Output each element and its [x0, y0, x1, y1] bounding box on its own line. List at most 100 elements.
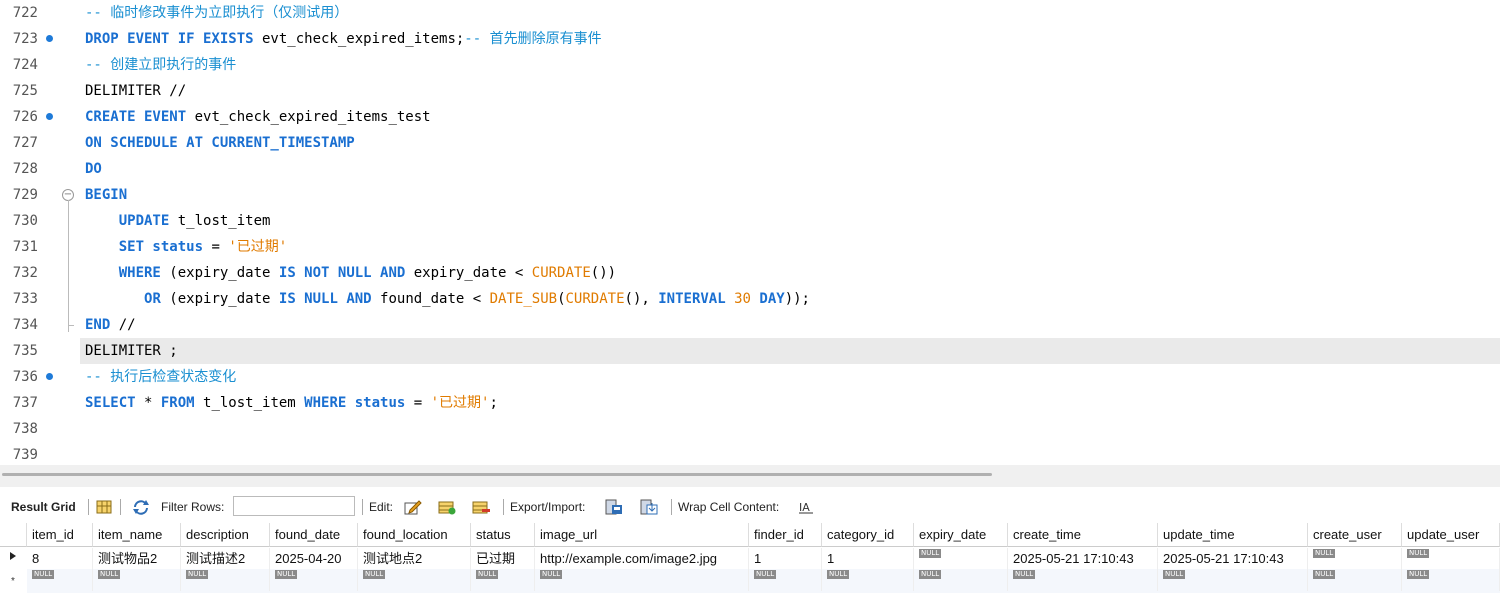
table-cell[interactable]: NULL [914, 548, 1008, 570]
new-row-cell[interactable]: NULL [471, 569, 535, 591]
table-cell[interactable]: 测试物品2 [93, 548, 181, 570]
column-header[interactable]: expiry_date [914, 523, 1008, 547]
null-badge: NULL [476, 570, 499, 579]
sql-keyword: BEGIN [85, 187, 128, 203]
export-import-label: Export/Import: [510, 500, 586, 514]
column-header[interactable]: update_time [1158, 523, 1308, 547]
sql-string: '已过期' [228, 239, 288, 255]
line-number: 725 [12, 83, 38, 99]
column-header[interactable]: image_url [535, 523, 749, 547]
code-line[interactable]: SET status = '已过期' [85, 234, 287, 260]
sql-comment: -- 执行后检查状态变化 [85, 369, 237, 385]
table-cell[interactable]: 已过期 [471, 548, 535, 570]
new-row-cell[interactable]: NULL [358, 569, 471, 591]
code-line[interactable]: DELIMITER // [85, 78, 186, 104]
new-row-cell[interactable]: NULL [93, 569, 181, 591]
column-header[interactable]: found_date [270, 523, 358, 547]
new-row-cell[interactable]: NULL [181, 569, 270, 591]
insert-row-icon[interactable] [438, 499, 456, 515]
table-cell[interactable]: 2025-05-21 17:10:43 [1158, 548, 1308, 570]
delete-row-icon[interactable] [472, 499, 490, 515]
line-number: 739 [12, 447, 38, 463]
table-cell[interactable]: http://example.com/image2.jpg [535, 548, 749, 570]
null-badge: NULL [540, 570, 563, 579]
code-line[interactable]: BEGIN [85, 182, 127, 208]
column-header[interactable]: category_id [822, 523, 914, 547]
table-cell[interactable]: 测试地点2 [358, 548, 471, 570]
code-line[interactable]: SELECT * FROM t_lost_item WHERE status =… [85, 390, 498, 416]
statement-marker-icon[interactable] [46, 113, 53, 120]
code-line[interactable]: -- 临时修改事件为立即执行（仅测试用） [85, 0, 348, 26]
import-icon[interactable] [640, 499, 658, 515]
grid-view-icon[interactable] [96, 499, 112, 515]
column-header[interactable]: create_time [1008, 523, 1158, 547]
statement-marker-icon[interactable] [46, 373, 53, 380]
toolbar-divider [88, 499, 89, 515]
sql-string: CURDATE [531, 265, 591, 281]
refresh-icon[interactable] [132, 499, 149, 515]
code-line[interactable]: -- 创建立即执行的事件 [85, 52, 236, 78]
line-number: 731 [12, 239, 38, 255]
column-header[interactable]: update_user [1402, 523, 1500, 547]
new-row-cell[interactable]: NULL [914, 569, 1008, 591]
code-line[interactable]: -- 执行后检查状态变化 [85, 364, 236, 390]
code-line[interactable]: CREATE EVENT evt_check_expired_items_tes… [85, 104, 431, 130]
current-line-highlight [80, 338, 1500, 364]
code-line[interactable]: OR (expiry_date IS NULL AND found_date <… [85, 286, 810, 312]
table-cell[interactable]: 2025-04-20 [270, 548, 358, 570]
sql-editor[interactable]: 722 -- 临时修改事件为立即执行（仅测试用） 723 DROP EVENT IF … [0, 0, 1500, 465]
code-line[interactable]: WHERE (expiry_date IS NOT NULL AND expir… [85, 260, 616, 286]
new-row-cell[interactable]: NULL [1308, 569, 1402, 591]
line-number: 727 [12, 135, 38, 151]
null-badge: NULL [186, 570, 209, 579]
column-header[interactable]: found_location [358, 523, 471, 547]
column-header[interactable]: status [471, 523, 535, 547]
column-header[interactable]: description [181, 523, 270, 547]
filter-rows-input[interactable] [233, 496, 355, 516]
column-header[interactable]: item_id [27, 523, 93, 547]
sql-text: (expiry_date [160, 291, 279, 307]
new-row-cell[interactable]: NULL [535, 569, 749, 591]
horizontal-scrollbar[interactable] [0, 465, 1500, 487]
table-cell[interactable]: 8 [27, 548, 93, 570]
wrap-text-icon[interactable]: IA [798, 499, 814, 515]
sql-text: DELIMITER ; [85, 343, 178, 359]
table-cell[interactable]: 1 [749, 548, 822, 570]
column-header[interactable]: item_name [93, 523, 181, 547]
result-grid-tab[interactable]: Result Grid [11, 491, 76, 523]
sql-keyword: END [85, 317, 111, 333]
line-number: 732 [12, 265, 38, 281]
edit-row-icon[interactable] [404, 499, 422, 515]
line-number: 729 [12, 187, 38, 203]
column-header[interactable]: finder_id [749, 523, 822, 547]
export-icon[interactable] [605, 499, 622, 515]
code-line[interactable]: ON SCHEDULE AT CURRENT_TIMESTAMP [85, 130, 355, 156]
new-row-cell[interactable]: NULL [822, 569, 914, 591]
sql-keyword: CREATE EVENT [85, 109, 187, 125]
new-row-cell[interactable]: NULL [1402, 569, 1500, 591]
code-line[interactable]: DELIMITER ; [85, 338, 178, 364]
filter-rows-label: Filter Rows: [161, 500, 225, 514]
current-row-arrow-icon[interactable] [0, 548, 26, 570]
code-line[interactable]: UPDATE t_lost_item [85, 208, 271, 234]
new-row-cell[interactable]: NULL [749, 569, 822, 591]
new-row-cell[interactable]: NULL [270, 569, 358, 591]
code-line[interactable]: DROP EVENT IF EXISTS evt_check_expired_i… [85, 26, 602, 52]
null-badge: NULL [754, 570, 777, 579]
result-grid[interactable]: item_id item_name description found_date fou… [0, 523, 1500, 595]
code-line[interactable]: END // [85, 312, 136, 338]
new-row-cell[interactable]: NULL [27, 569, 93, 591]
new-row-cell[interactable]: NULL [1008, 569, 1158, 591]
scrollbar-thumb[interactable] [2, 473, 992, 476]
new-row-marker[interactable]: * [0, 571, 26, 593]
table-cell[interactable]: NULL [1402, 548, 1500, 570]
table-cell[interactable]: 1 [822, 548, 914, 570]
column-header[interactable]: create_user [1308, 523, 1402, 547]
sql-text: t_lost_item [169, 213, 271, 229]
table-cell[interactable]: NULL [1308, 548, 1402, 570]
table-cell[interactable]: 测试描述2 [181, 548, 270, 570]
table-cell[interactable]: 2025-05-21 17:10:43 [1008, 548, 1158, 570]
code-line[interactable]: DO [85, 156, 102, 182]
statement-marker-icon[interactable] [46, 35, 53, 42]
new-row-cell[interactable]: NULL [1158, 569, 1308, 591]
